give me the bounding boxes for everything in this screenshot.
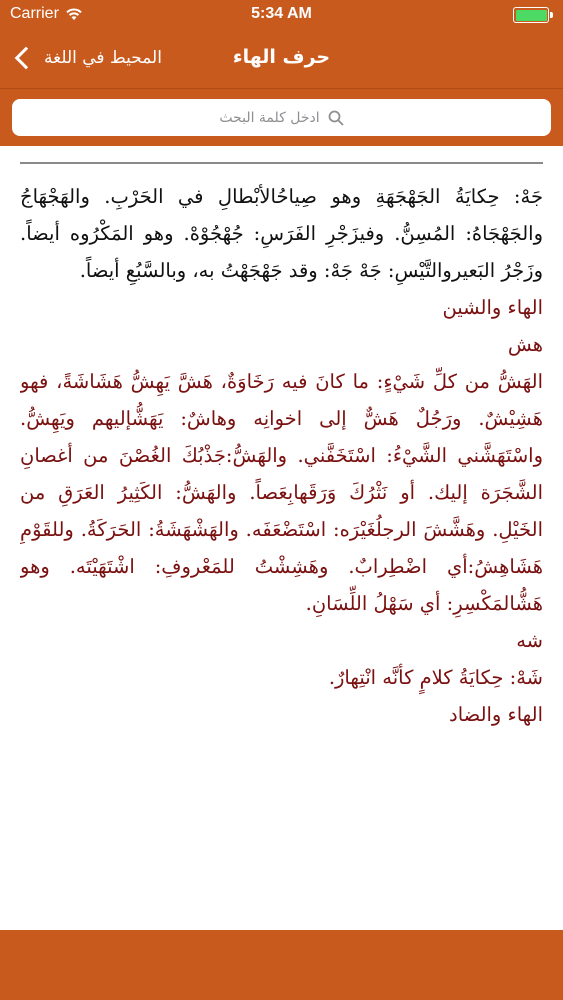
search-placeholder: ادخل كلمة البحث — [219, 109, 320, 126]
entry-text: الهَشُّ من كلِّ شَيْءٍ: ما كانَ فيه رَخَ… — [20, 370, 543, 615]
app-header: Carrier 5:34 AM المحيط في اللغة حرف الها… — [0, 0, 563, 88]
dictionary-text: جَهْ: حِكايَةُ الجَهْجَهَةِ وهو صِياحُال… — [20, 178, 543, 920]
search-icon — [328, 110, 344, 126]
search-input[interactable]: ادخل كلمة البحث — [12, 99, 551, 136]
root-heading: شه — [516, 629, 543, 652]
entry-text: شَهْ: حِكايَةُ كلامٍ كأنَّه انْتِهارٌ. — [328, 666, 543, 689]
section-heading: الهاء والشين — [442, 296, 543, 319]
navigation-bar: المحيط في اللغة حرف الهاء — [0, 30, 563, 88]
page-title: حرف الهاء — [232, 46, 331, 68]
battery-fill — [515, 9, 547, 21]
entry-text-previous: جَهْ: حِكايَةُ الجَهْجَهَةِ وهو صِياحُال… — [20, 185, 543, 282]
content-divider — [20, 162, 543, 164]
status-bar: Carrier 5:34 AM — [0, 0, 563, 30]
root-heading: هش — [507, 333, 543, 356]
search-bar-container: ادخل كلمة البحث — [0, 88, 563, 146]
status-time: 5:34 AM — [251, 5, 312, 22]
battery-icon — [513, 7, 553, 23]
section-heading: الهاء والضاد — [449, 703, 543, 726]
bottom-toolbar — [0, 930, 563, 1000]
